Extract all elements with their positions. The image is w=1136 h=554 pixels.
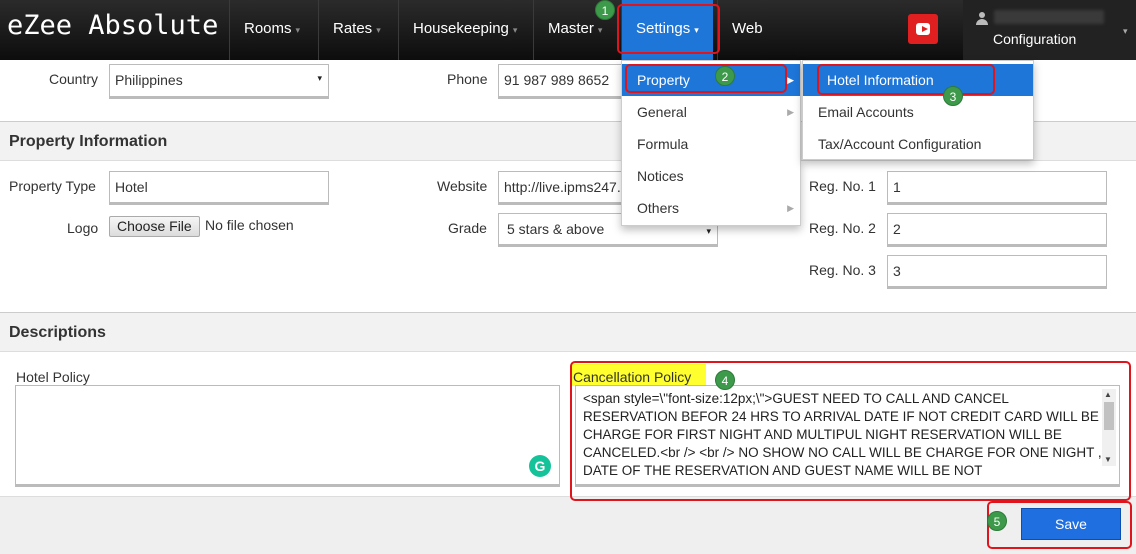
menu-item-notices[interactable]: Notices bbox=[622, 160, 800, 192]
nav-web-label: Web bbox=[732, 20, 763, 37]
section-title: Descriptions bbox=[9, 324, 106, 341]
section-title: Property Information bbox=[9, 133, 168, 150]
reg-no-2-label: Reg. No. 2 bbox=[809, 220, 876, 236]
menu-item-label: Formula bbox=[637, 136, 689, 152]
annotation-box-property bbox=[625, 64, 787, 93]
chevron-right-icon: ▶ bbox=[787, 107, 794, 117]
annotation-box-save bbox=[987, 501, 1132, 549]
annotation-box-cancellation-policy bbox=[570, 361, 1131, 501]
descriptions-header: Descriptions bbox=[0, 312, 1136, 352]
choose-file-button[interactable]: Choose File bbox=[109, 216, 200, 237]
chevron-right-icon: ▶ bbox=[787, 75, 794, 85]
phone-label: Phone bbox=[447, 71, 488, 87]
chevron-down-icon: ▾ bbox=[512, 25, 518, 35]
play-icon bbox=[922, 26, 928, 32]
chevron-right-icon: ▶ bbox=[787, 203, 794, 213]
step-badge-3: 3 bbox=[943, 86, 963, 106]
annotation-box-hotel-information bbox=[817, 64, 995, 95]
website-value: http://live.ipms247. bbox=[504, 179, 621, 195]
property-type-input[interactable]: Hotel bbox=[109, 171, 329, 205]
youtube-icon[interactable] bbox=[908, 14, 938, 44]
nav-master-label: Master bbox=[548, 20, 594, 37]
chevron-down-icon: ▾ bbox=[376, 25, 381, 35]
nav-web[interactable]: Web bbox=[717, 0, 777, 60]
step-badge-2: 2 bbox=[715, 66, 735, 86]
chevron-down-icon: ▾ bbox=[317, 73, 322, 83]
chevron-down-icon: ▾ bbox=[295, 25, 301, 35]
country-label: Country bbox=[49, 71, 99, 87]
reg-no-3-value: 3 bbox=[893, 263, 901, 279]
menu-item-label: Notices bbox=[637, 168, 684, 184]
logo-label: Logo bbox=[67, 220, 99, 236]
website-label: Website bbox=[437, 178, 488, 194]
submenu-item-label: Tax/Account Configuration bbox=[818, 136, 982, 152]
submenu-item-email-accounts[interactable]: Email Accounts bbox=[803, 96, 1033, 128]
grade-label: Grade bbox=[448, 220, 487, 236]
nav-housekeeping[interactable]: Housekeeping ▾ bbox=[398, 0, 531, 60]
annotation-box-settings bbox=[617, 4, 720, 54]
chevron-down-icon: ▾ bbox=[706, 226, 711, 236]
website-input[interactable]: http://live.ipms247. bbox=[498, 171, 622, 205]
phone-value: 91 987 989 8652 bbox=[504, 72, 610, 88]
hotel-policy-label: Hotel Policy bbox=[16, 369, 90, 385]
chevron-down-icon: ▾ bbox=[597, 25, 603, 35]
country-select[interactable]: Philippines ▾ bbox=[109, 64, 329, 99]
no-file-text: No file chosen bbox=[205, 217, 294, 233]
brand-logo[interactable]: eZee Absolute bbox=[7, 10, 218, 41]
nav-rooms-label: Rooms bbox=[244, 20, 292, 37]
menu-item-label: Others bbox=[637, 200, 680, 216]
nav-rates-label: Rates bbox=[333, 20, 373, 37]
user-icon bbox=[976, 12, 988, 26]
reg-no-3-label: Reg. No. 3 bbox=[809, 262, 876, 278]
grade-value: 5 stars & above bbox=[507, 221, 605, 237]
grammarly-icon[interactable]: G bbox=[529, 455, 551, 477]
step-badge-1: 1 bbox=[595, 0, 615, 20]
submenu-item-tax-account-configuration[interactable]: Tax/Account Configuration bbox=[803, 128, 1033, 160]
footer-bar bbox=[0, 496, 1136, 554]
reg-no-1-input[interactable]: 1 bbox=[887, 171, 1107, 205]
country-value: Philippines bbox=[115, 72, 183, 88]
hotel-policy-textarea[interactable] bbox=[15, 385, 560, 487]
reg-no-1-value: 1 bbox=[893, 179, 901, 195]
reg-no-1-label: Reg. No. 1 bbox=[809, 178, 876, 194]
user-menu[interactable]: Configuration ▾ bbox=[963, 0, 1136, 60]
menu-item-label: General bbox=[637, 104, 687, 120]
nav-housekeeping-label: Housekeeping bbox=[413, 20, 509, 37]
reg-no-2-input[interactable]: 2 bbox=[887, 213, 1107, 247]
nav-rooms[interactable]: Rooms ▾ bbox=[229, 0, 314, 60]
reg-no-2-value: 2 bbox=[893, 221, 901, 237]
phone-input[interactable]: 91 987 989 8652 bbox=[498, 64, 622, 99]
menu-item-formula[interactable]: Formula bbox=[622, 128, 800, 160]
step-badge-5: 5 bbox=[987, 511, 1007, 531]
step-badge-4: 4 bbox=[715, 370, 735, 390]
submenu-item-label: Email Accounts bbox=[818, 104, 914, 120]
menu-item-others[interactable]: Others ▶ bbox=[622, 192, 800, 224]
property-type-label: Property Type bbox=[9, 178, 96, 194]
chevron-down-icon: ▾ bbox=[1123, 26, 1128, 36]
top-navbar: eZee Absolute Rooms ▾ Rates ▾ Housekeeping… bbox=[0, 0, 1136, 60]
configuration-label: Configuration bbox=[993, 31, 1077, 47]
menu-item-general[interactable]: General ▶ bbox=[622, 96, 800, 128]
user-name-redacted bbox=[994, 10, 1104, 24]
reg-no-3-input[interactable]: 3 bbox=[887, 255, 1107, 289]
page: eZee Absolute Rooms ▾ Rates ▾ Housekeeping… bbox=[0, 0, 1136, 554]
property-type-value: Hotel bbox=[115, 179, 148, 195]
nav-rates[interactable]: Rates ▾ bbox=[318, 0, 395, 60]
